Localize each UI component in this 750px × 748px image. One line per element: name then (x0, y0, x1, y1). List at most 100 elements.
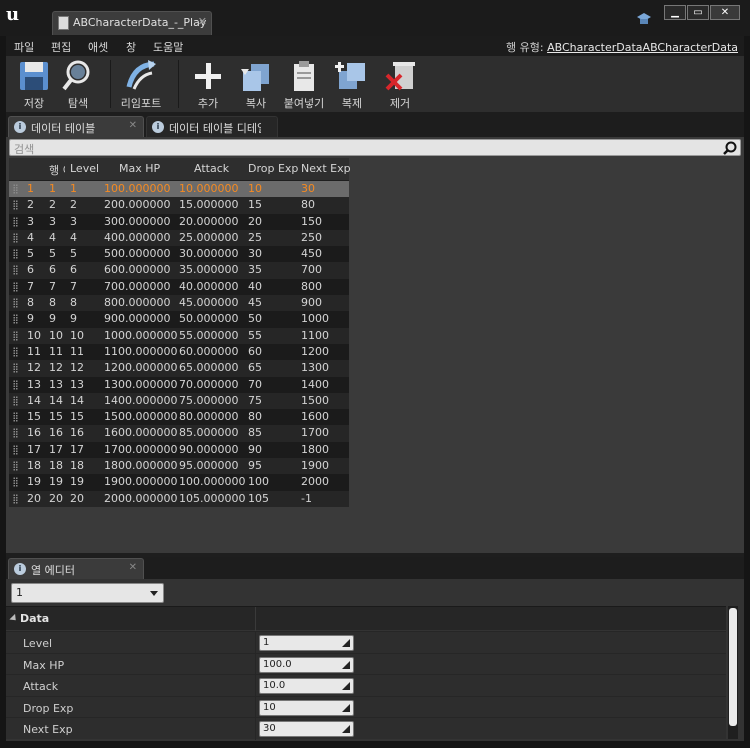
row-type-label: 행 유형: (506, 41, 544, 54)
drag-handle-icon[interactable] (13, 184, 18, 194)
table-cell: 80 (301, 198, 315, 212)
table-cell: 1 (27, 182, 34, 195)
column-header-attack[interactable]: Attack (194, 162, 229, 175)
minimize-button[interactable]: ▁ (664, 5, 686, 20)
drag-handle-icon[interactable] (13, 281, 18, 292)
property-value-field[interactable]: 10.0 (259, 678, 354, 695)
drag-handle-icon[interactable] (13, 298, 18, 309)
drag-handle-icon[interactable] (13, 379, 18, 390)
drag-handle-icon[interactable] (13, 461, 18, 472)
table-row[interactable]: 18 18 18 1800.000000 95.000000 95 1900 (9, 458, 349, 475)
drag-handle-icon[interactable] (13, 249, 18, 260)
scrollbar-thumb[interactable] (729, 608, 737, 726)
table-cell: 18 (27, 459, 41, 473)
column-header-max-hp[interactable]: Max HP (119, 162, 160, 175)
column-header-level[interactable]: Level (70, 162, 99, 175)
close-button[interactable]: ✕ (710, 5, 740, 20)
table-row[interactable]: 11 11 11 1100.000000 60.000000 60 1200 (9, 343, 349, 361)
drag-handle-icon[interactable] (13, 330, 18, 341)
table-row[interactable]: 9 9 9 900.000000 50.000000 50 1000 (9, 311, 349, 328)
drag-handle-icon[interactable] (13, 314, 18, 325)
table-row[interactable]: 15 15 15 1500.000000 80.000000 80 1600 (9, 409, 349, 426)
table-cell: 4 (70, 230, 77, 244)
browse-button[interactable]: 탐색 (50, 56, 106, 112)
tab-data-table-details[interactable]: i 데이터 테이블 디테일 (146, 116, 278, 137)
menu-window[interactable]: 창 (126, 39, 136, 55)
category-data-header[interactable]: Data (6, 606, 726, 631)
table-cell: 1900.000000 (104, 475, 178, 489)
close-tab-icon[interactable]: ✕ (129, 120, 137, 131)
table-row[interactable]: 13 13 13 1300.000000 70.000000 70 1400 (9, 376, 349, 393)
table-cell: 1200.000000 (104, 361, 178, 375)
drag-handle-icon[interactable] (13, 200, 18, 211)
table-row[interactable]: 12 12 12 1200.000000 65.000000 65 1300 (9, 360, 349, 377)
drag-handle-icon[interactable] (13, 493, 18, 504)
property-value-field[interactable]: 10 (259, 699, 354, 716)
table-cell: 9 (49, 312, 56, 326)
column-divider (255, 653, 256, 676)
search-input[interactable]: 검색 (9, 139, 741, 156)
column-divider (255, 607, 256, 631)
menu-help[interactable]: 도움말 (153, 39, 183, 55)
table-cell: 100.000000 (179, 475, 246, 489)
table-cell: 20 (70, 491, 84, 505)
maximize-button[interactable]: ▭ (687, 5, 709, 20)
menu-asset[interactable]: 애셋 (88, 39, 108, 55)
property-value-field[interactable]: 100.0 (259, 656, 354, 673)
table-row[interactable]: 3 3 3 300.000000 20.000000 20 150 (9, 213, 349, 230)
tab-data-table[interactable]: i 데이터 테이블 ✕ (8, 116, 144, 137)
table-row[interactable]: 17 17 17 1700.000000 90.000000 90 1800 (9, 441, 349, 459)
unreal-logo-icon[interactable]: u (6, 4, 28, 26)
property-scrollbar[interactable] (728, 606, 738, 739)
drag-handle-icon[interactable] (13, 363, 18, 374)
reimport-button[interactable]: 리임포트 (113, 56, 169, 112)
property-value: 10.0 (263, 680, 286, 692)
row-selector-dropdown[interactable]: 1 (11, 583, 164, 603)
table-row[interactable]: 4 4 4 400.000000 25.000000 25 250 (9, 229, 349, 247)
tutorial-cap-icon[interactable] (636, 12, 652, 26)
table-row[interactable]: 14 14 14 1400.000000 75.000000 75 1500 (9, 392, 349, 410)
table-row[interactable]: 2 2 2 200.000000 15.000000 15 80 (9, 197, 349, 214)
drag-handle-icon[interactable] (13, 395, 18, 406)
close-tab-icon[interactable]: ✕ (129, 562, 137, 573)
table-cell: 13 (27, 377, 41, 391)
tab-column-editor[interactable]: i 열 에디터 ✕ (8, 558, 144, 579)
column-header-next-exp[interactable]: Next Exp (301, 162, 351, 175)
table-cell: 90 (248, 442, 262, 456)
drag-handle-icon[interactable] (13, 265, 18, 276)
table-row[interactable]: 19 19 19 1900.000000 100.000000 100 2000 (9, 474, 349, 491)
drag-handle-icon[interactable] (13, 428, 18, 439)
column-header-row-name[interactable]: 행 이름 (49, 162, 65, 178)
table-row[interactable]: 7 7 7 700.000000 40.000000 40 800 (9, 278, 349, 296)
row-type-indicator: 행 유형: ABCharacterDataABCharacterData (506, 39, 738, 55)
table-row[interactable]: 20 20 20 2000.000000 105.000000 105 -1 (9, 490, 349, 507)
close-tab-icon[interactable]: ✕ (198, 15, 207, 28)
document-tab[interactable]: ABCharacterData_-_Play ✕ (52, 11, 212, 35)
column-header-drop-exp[interactable]: Drop Exp (248, 162, 298, 175)
drag-handle-icon[interactable] (13, 477, 18, 488)
property-value-field[interactable]: 1 (259, 635, 354, 651)
remove-button[interactable]: 제거 (372, 56, 428, 112)
drag-handle-icon[interactable] (13, 444, 18, 455)
row-type-link[interactable]: ABCharacterDataABCharacterData (547, 41, 738, 54)
menu-edit[interactable]: 편집 (51, 39, 71, 55)
table-cell: 4 (49, 230, 56, 244)
search-icon[interactable] (723, 141, 737, 155)
expand-triangle-icon[interactable] (9, 613, 19, 624)
property-value-field[interactable]: 30 (259, 721, 354, 738)
table-row[interactable]: 6 6 6 600.000000 35.000000 35 700 (9, 262, 349, 279)
table-row[interactable]: 1 1 1 100.000000 10.000000 10 30 (9, 181, 349, 198)
table-row[interactable]: 8 8 8 800.000000 45.000000 45 900 (9, 295, 349, 312)
table-cell: 12 (70, 361, 84, 375)
property-value: 30 (263, 723, 276, 735)
table-row[interactable]: 16 16 16 1600.000000 85.000000 85 1700 (9, 425, 349, 442)
table-cell: 105.000000 (179, 491, 246, 505)
drag-handle-icon[interactable] (13, 216, 18, 227)
drag-handle-icon[interactable] (13, 346, 18, 357)
column-editor-panel: 1 Data Level 1 Max HP 100.0 Attack 10.0 Drop E… (6, 579, 744, 741)
drag-handle-icon[interactable] (13, 232, 18, 243)
table-row[interactable]: 10 10 10 1000.000000 55.000000 55 1100 (9, 327, 349, 344)
drag-handle-icon[interactable] (13, 412, 18, 423)
table-row[interactable]: 5 5 5 500.000000 30.000000 30 450 (9, 246, 349, 263)
menu-file[interactable]: 파일 (14, 39, 34, 55)
